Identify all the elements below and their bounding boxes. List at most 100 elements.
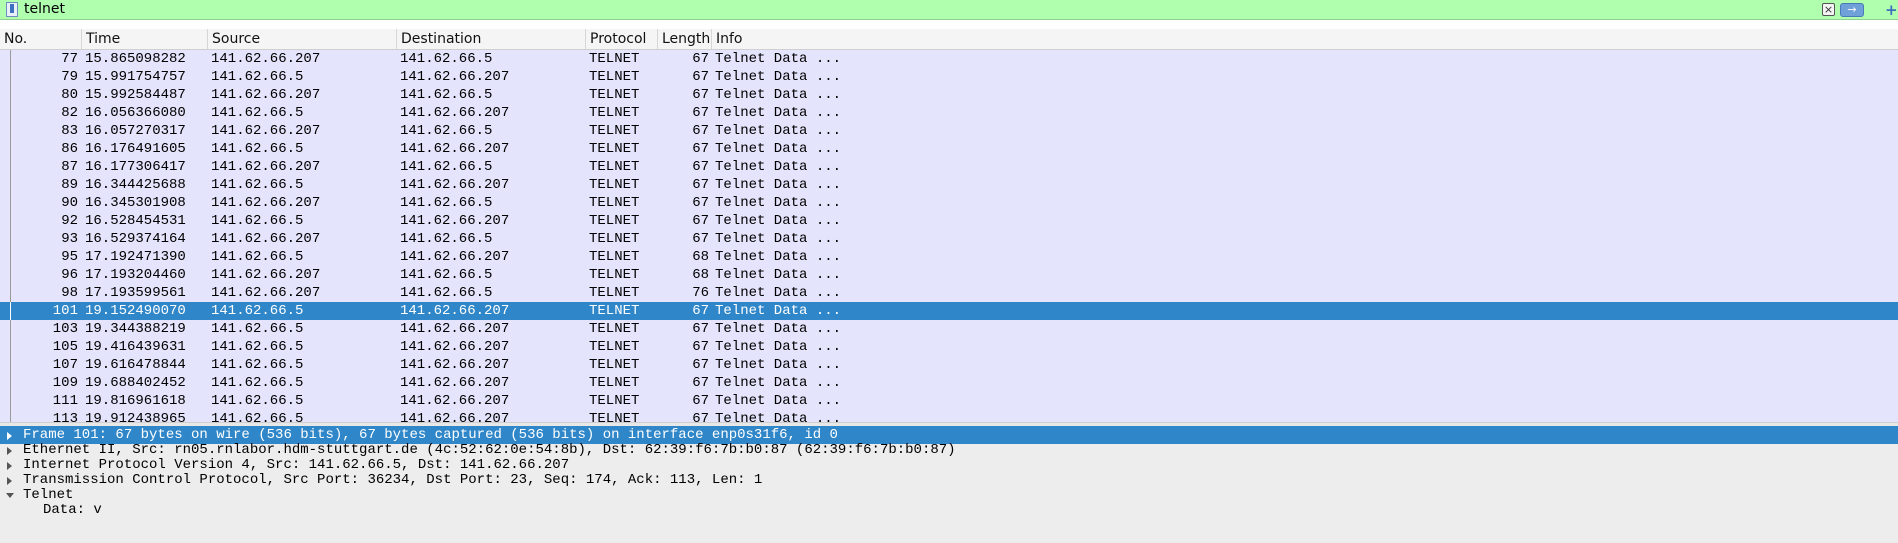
column-header-source[interactable]: Source — [208, 29, 397, 49]
packet-cell-no: 80 — [61, 87, 78, 103]
packet-row[interactable]: 82 16.056366080 141.62.66.5 141.62.66.207 TE… — [0, 104, 1898, 122]
packet-cell-len: 67 — [692, 339, 709, 355]
packet-row[interactable]: 113 19.912438965 141.62.66.5 141.62.66.207 T… — [0, 410, 1898, 422]
packet-row[interactable]: 109 19.688402452 141.62.66.5 141.62.66.207 T… — [0, 374, 1898, 392]
packet-cell-info: Telnet Data ... — [715, 87, 842, 103]
packet-cell-proto: TELNET — [589, 303, 640, 319]
packet-details-tree[interactable]: Frame 101: 67 bytes on wire (536 bits), … — [0, 426, 1898, 543]
packet-list-header: No. Time Source Destination Protocol Len… — [0, 29, 1898, 50]
expand-arrow-right-icon[interactable] — [7, 432, 12, 440]
packet-cell-no: 105 — [52, 339, 78, 355]
packet-cell-src: 141.62.66.5 — [211, 303, 304, 319]
packet-row[interactable]: 87 16.177306417 141.62.66.207 141.62.66.5 TE… — [0, 158, 1898, 176]
add-filter-button-icon[interactable]: + — [1885, 0, 1898, 20]
packet-cell-time: 19.344388219 — [85, 321, 186, 337]
packet-cell-time: 19.688402452 — [85, 375, 186, 391]
packet-row[interactable]: 98 17.193599561 141.62.66.207 141.62.66.5 TE… — [0, 284, 1898, 302]
packet-cell-len: 67 — [692, 51, 709, 67]
packet-cell-info: Telnet Data ... — [715, 231, 842, 247]
packet-cell-len: 67 — [692, 213, 709, 229]
packet-cell-src: 141.62.66.5 — [211, 249, 304, 265]
packet-row[interactable]: 80 15.992584487 141.62.66.207 141.62.66.5 TE… — [0, 86, 1898, 104]
packet-cell-proto: TELNET — [589, 321, 640, 337]
packet-row[interactable]: 96 17.193204460 141.62.66.207 141.62.66.5 TE… — [0, 266, 1898, 284]
packet-cell-no: 83 — [61, 123, 78, 139]
packet-row[interactable]: 90 16.345301908 141.62.66.207 141.62.66.5 TE… — [0, 194, 1898, 212]
packet-cell-time: 15.991754757 — [85, 69, 186, 85]
packet-cell-no: 98 — [61, 285, 78, 301]
packet-row[interactable]: 89 16.344425688 141.62.66.5 141.62.66.207 TE… — [0, 176, 1898, 194]
packet-cell-dst: 141.62.66.5 — [400, 159, 493, 175]
packet-row[interactable]: 103 19.344388219 141.62.66.5 141.62.66.207 T… — [0, 320, 1898, 338]
expand-arrow-down-icon[interactable] — [6, 493, 14, 498]
packet-cell-time: 17.192471390 — [85, 249, 186, 265]
packet-cell-proto: TELNET — [589, 411, 640, 422]
packet-cell-time: 19.416439631 — [85, 339, 186, 355]
packet-cell-no: 96 — [61, 267, 78, 283]
packet-cell-dst: 141.62.66.207 — [400, 177, 510, 193]
detail-tree-item[interactable]: Data: v — [0, 501, 1898, 519]
packet-row[interactable]: 86 16.176491605 141.62.66.5 141.62.66.207 TE… — [0, 140, 1898, 158]
packet-row[interactable]: 77 15.865098282 141.62.66.207 141.62.66.5 TE… — [0, 50, 1898, 68]
packet-cell-src: 141.62.66.207 — [211, 123, 321, 139]
packet-cell-dst: 141.62.66.5 — [400, 195, 493, 211]
packet-cell-len: 67 — [692, 375, 709, 391]
packet-cell-src: 141.62.66.207 — [211, 267, 321, 283]
packet-row[interactable]: 111 19.816961618 141.62.66.5 141.62.66.207 T… — [0, 392, 1898, 410]
packet-cell-info: Telnet Data ... — [715, 105, 842, 121]
packet-cell-no: 86 — [61, 141, 78, 157]
packet-cell-proto: TELNET — [589, 339, 640, 355]
packet-row[interactable]: 105 19.416439631 141.62.66.5 141.62.66.207 T… — [0, 338, 1898, 356]
packet-row[interactable]: 83 16.057270317 141.62.66.207 141.62.66.5 TE… — [0, 122, 1898, 140]
packet-cell-len: 67 — [692, 231, 709, 247]
packet-cell-len: 67 — [692, 303, 709, 319]
packet-cell-no: 79 — [61, 69, 78, 85]
packet-cell-time: 16.057270317 — [85, 123, 186, 139]
packet-list[interactable]: 77 15.865098282 141.62.66.207 141.62.66.5 TE… — [0, 50, 1898, 422]
packet-cell-dst: 141.62.66.207 — [400, 249, 510, 265]
bookmark-icon[interactable] — [6, 2, 18, 17]
packet-cell-info: Telnet Data ... — [715, 177, 842, 193]
packet-row[interactable]: 93 16.529374164 141.62.66.207 141.62.66.5 TE… — [0, 230, 1898, 248]
packet-cell-time: 16.345301908 — [85, 195, 186, 211]
expand-arrow-right-icon[interactable] — [7, 477, 12, 485]
column-header-no[interactable]: No. — [0, 29, 82, 49]
column-header-info[interactable]: Info — [712, 29, 1898, 49]
packet-cell-no: 87 — [61, 159, 78, 175]
column-header-protocol[interactable]: Protocol — [586, 29, 658, 49]
clear-filter-icon[interactable]: × — [1822, 3, 1835, 16]
detail-tree-label: Data: v — [43, 502, 102, 518]
packet-cell-len: 67 — [692, 321, 709, 337]
packet-cell-no: 101 — [52, 303, 78, 319]
packet-cell-src: 141.62.66.207 — [211, 87, 321, 103]
packet-cell-src: 141.62.66.5 — [211, 213, 304, 229]
column-header-time[interactable]: Time — [82, 29, 208, 49]
column-header-destination[interactable]: Destination — [397, 29, 586, 49]
packet-row[interactable]: 101 19.152490070 141.62.66.5 141.62.66.207 T… — [0, 302, 1898, 320]
display-filter-bar: × → + — [0, 0, 1898, 20]
column-header-length[interactable]: Length — [658, 29, 712, 49]
packet-cell-proto: TELNET — [589, 231, 640, 247]
packet-cell-time: 19.912438965 — [85, 411, 186, 422]
packet-cell-len: 67 — [692, 195, 709, 211]
packet-cell-no: 93 — [61, 231, 78, 247]
packet-cell-proto: TELNET — [589, 357, 640, 373]
packet-cell-src: 141.62.66.5 — [211, 357, 304, 373]
expand-arrow-right-icon[interactable] — [7, 462, 12, 470]
packet-cell-src: 141.62.66.5 — [211, 321, 304, 337]
packet-cell-dst: 141.62.66.207 — [400, 141, 510, 157]
packet-cell-src: 141.62.66.207 — [211, 195, 321, 211]
packet-cell-dst: 141.62.66.207 — [400, 375, 510, 391]
packet-row[interactable]: 79 15.991754757 141.62.66.5 141.62.66.207 TE… — [0, 68, 1898, 86]
apply-filter-icon[interactable]: → — [1840, 3, 1864, 17]
packet-cell-no: 103 — [52, 321, 78, 337]
packet-row[interactable]: 95 17.192471390 141.62.66.5 141.62.66.207 TE… — [0, 248, 1898, 266]
packet-cell-proto: TELNET — [589, 213, 640, 229]
packet-row[interactable]: 92 16.528454531 141.62.66.5 141.62.66.207 TE… — [0, 212, 1898, 230]
packet-cell-proto: TELNET — [589, 195, 640, 211]
expand-arrow-right-icon[interactable] — [7, 447, 12, 455]
display-filter-input[interactable] — [24, 0, 1814, 19]
packet-cell-info: Telnet Data ... — [715, 285, 842, 301]
packet-row[interactable]: 107 19.616478844 141.62.66.5 141.62.66.207 T… — [0, 356, 1898, 374]
packet-cell-info: Telnet Data ... — [715, 267, 842, 283]
